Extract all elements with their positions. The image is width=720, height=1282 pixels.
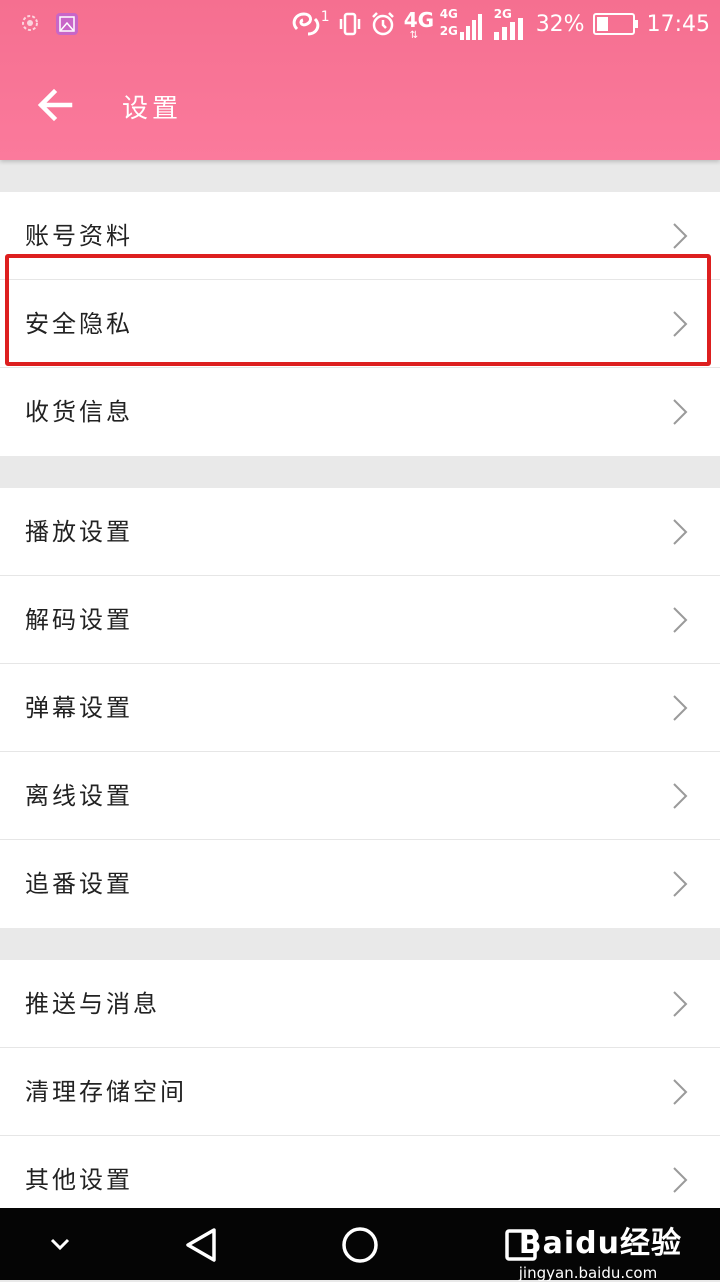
chevron-right-icon <box>673 695 688 721</box>
settings-notification-icon <box>22 15 38 31</box>
data-arrows-icon: ⇅ <box>409 30 419 41</box>
signal-4g-label: 4G <box>439 7 458 21</box>
hd-call-icon <box>292 12 320 36</box>
sim-index-label: 1 <box>320 9 330 25</box>
watermark-logo: Baidu经验 <box>518 1226 682 1261</box>
settings-item-label: 其他设置 <box>25 1166 133 1194</box>
settings-item-label: 收货信息 <box>25 398 133 426</box>
network-4g-label: 4G <box>403 8 435 32</box>
watermark: Baidu经验 jingyan.baidu.com <box>519 1218 682 1282</box>
settings-item-danmaku[interactable]: 弹幕设置 <box>0 664 720 752</box>
home-circle-icon[interactable] <box>340 1225 380 1265</box>
settings-item-label: 离线设置 <box>25 782 133 810</box>
highlight-box <box>5 254 711 366</box>
signal-2g-label-left: 2G <box>439 24 458 38</box>
hide-keyboard-chevron-icon[interactable] <box>48 1234 72 1254</box>
chevron-right-icon <box>673 223 688 249</box>
settings-item-label: 清理存储空间 <box>25 1078 187 1106</box>
settings-item-other[interactable]: 其他设置 <box>0 1136 720 1208</box>
settings-item-push-messages[interactable]: 推送与消息 <box>0 960 720 1048</box>
battery-percent: 32% <box>535 11 585 37</box>
settings-item-shipping-info[interactable]: 收货信息 <box>0 368 720 456</box>
chevron-right-icon <box>673 871 688 897</box>
watermark-url: jingyan.baidu.com <box>518 1264 658 1282</box>
page-title: 设置 <box>122 94 183 124</box>
status-bar: 1 4G ⇅ 4G 2G 2G 32% 17:45 <box>0 0 720 48</box>
back-arrow-icon[interactable] <box>30 80 80 130</box>
chevron-right-icon <box>673 991 688 1017</box>
navigation-bar: Baidu经验 jingyan.baidu.com <box>0 1208 720 1282</box>
signal-bars-icon-2 <box>493 18 523 40</box>
chevron-right-icon <box>673 1167 688 1193</box>
chevron-right-icon <box>673 607 688 633</box>
settings-item-playback[interactable]: 播放设置 <box>0 488 720 576</box>
signal-bars-icon-1 <box>459 14 482 40</box>
settings-item-decoding[interactable]: 解码设置 <box>0 576 720 664</box>
settings-item-label: 解码设置 <box>25 606 133 634</box>
back-triangle-icon[interactable] <box>182 1226 220 1264</box>
settings-item-label: 弹幕设置 <box>25 694 133 722</box>
gallery-notification-icon <box>56 13 78 35</box>
chevron-right-icon <box>673 399 688 425</box>
app-header: 1 4G ⇅ 4G 2G 2G 32% 17:45 设置 <box>0 0 720 160</box>
settings-item-label: 追番设置 <box>25 870 133 898</box>
vibrate-icon <box>339 12 360 36</box>
settings-item-clear-storage[interactable]: 清理存储空间 <box>0 1048 720 1136</box>
settings-group-playback: 播放设置 解码设置 弹幕设置 离线设置 追番设置 <box>0 488 720 928</box>
chevron-right-icon <box>673 1079 688 1105</box>
signal-sim1: 4G 2G <box>440 4 486 44</box>
chevron-right-icon <box>673 783 688 809</box>
settings-item-follow-anime[interactable]: 追番设置 <box>0 840 720 928</box>
settings-item-offline[interactable]: 离线设置 <box>0 752 720 840</box>
settings-item-label: 推送与消息 <box>25 990 160 1018</box>
clock: 17:45 <box>646 11 710 37</box>
battery-icon <box>592 13 638 35</box>
settings-item-label: 播放设置 <box>25 518 133 546</box>
chevron-right-icon <box>673 519 688 545</box>
toolbar: 设置 <box>0 48 720 160</box>
alarm-icon <box>371 12 394 36</box>
settings-group-other: 推送与消息 清理存储空间 其他设置 <box>0 960 720 1208</box>
network-4g-indicator: 4G ⇅ <box>403 4 435 44</box>
signal-sim2: 2G <box>493 4 528 44</box>
